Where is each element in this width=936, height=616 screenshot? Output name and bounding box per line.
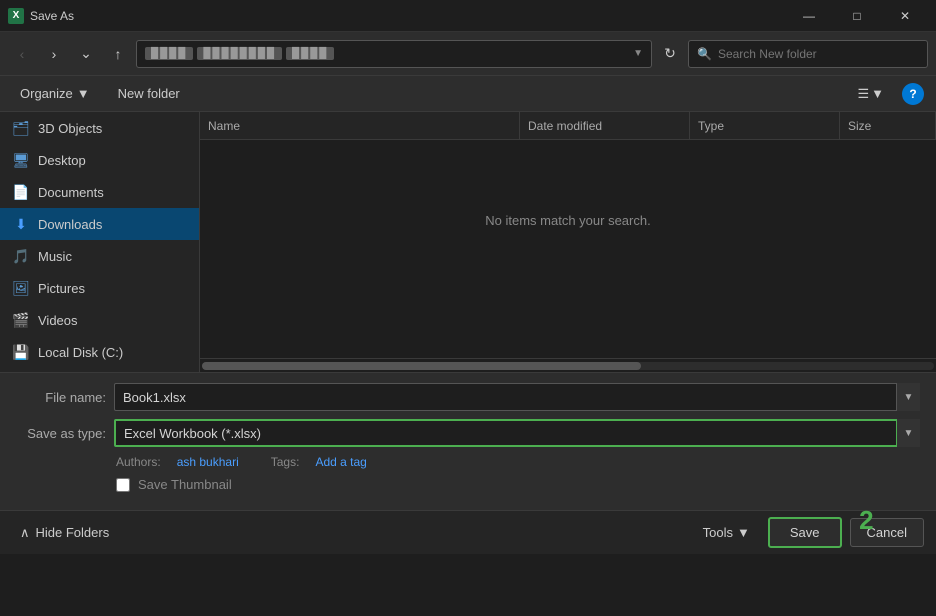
filename-row: File name: ▼ <box>16 383 920 411</box>
hide-folders-label: Hide Folders <box>36 525 110 540</box>
close-button[interactable]: ✕ <box>882 0 928 32</box>
window-controls: — □ ✕ <box>786 0 928 32</box>
sidebar-item-new-volume[interactable]: 💿 New Volume (D:) <box>0 368 199 372</box>
search-icon: 🔍 <box>697 47 712 61</box>
app-icon: X <box>8 8 24 24</box>
sidebar-item-music[interactable]: 🎵 Music <box>0 240 199 272</box>
footer-tools-group: Tools ▼ Save 2 Cancel <box>693 517 924 548</box>
maximize-button[interactable]: □ <box>834 0 880 32</box>
sidebar-item-documents[interactable]: 📄 Documents <box>0 176 199 208</box>
bottom-form: File name: ▼ Save as type: Excel Workboo… <box>0 372 936 510</box>
filename-input[interactable] <box>114 383 920 411</box>
sidebar-label-pictures: Pictures <box>38 281 85 296</box>
cancel-button[interactable]: Cancel <box>850 518 924 547</box>
savetype-select[interactable]: Excel Workbook (*.xlsx) <box>114 419 920 447</box>
path-segment-3: ████ <box>286 47 334 60</box>
dropdown-button[interactable]: ⌄ <box>72 40 100 68</box>
music-icon: 🎵 <box>12 247 30 265</box>
scrollbar-track <box>202 362 934 370</box>
filename-label: File name: <box>16 390 106 405</box>
path-segment-1: ████ <box>145 47 193 60</box>
footer: ∧ Hide Folders Tools ▼ Save 2 Cancel <box>0 510 936 554</box>
pictures-icon: 🖼 <box>12 279 30 297</box>
new-folder-button[interactable]: New folder <box>110 82 188 105</box>
forward-button[interactable]: › <box>40 40 68 68</box>
savetype-dropdown-button[interactable]: ▼ <box>896 419 920 447</box>
scrollbar-thumb <box>202 362 641 370</box>
3d-objects-icon: 🗂 <box>12 119 30 137</box>
organize-arrow: ▼ <box>77 86 90 101</box>
tools-dropdown-arrow: ▼ <box>737 525 750 540</box>
sidebar: 🗂 3D Objects 🖥 Desktop 📄 Documents ⬇ Dow… <box>0 112 200 372</box>
sidebar-label-3d-objects: 3D Objects <box>38 121 102 136</box>
save-button[interactable]: Save <box>768 517 842 548</box>
column-header-date[interactable]: Date modified <box>520 112 690 139</box>
sidebar-label-documents: Documents <box>38 185 104 200</box>
savetype-row: Save as type: Excel Workbook (*.xlsx) ▼ … <box>16 419 920 447</box>
tags-label: Tags: <box>271 455 300 469</box>
sidebar-label-videos: Videos <box>38 313 78 328</box>
tags-value[interactable]: Add a tag <box>315 455 366 469</box>
sidebar-item-pictures[interactable]: 🖼 Pictures <box>0 272 199 304</box>
save-thumbnail-label: Save Thumbnail <box>138 477 232 492</box>
save-thumbnail-checkbox[interactable] <box>116 478 130 492</box>
sidebar-item-videos[interactable]: 🎬 Videos <box>0 304 199 336</box>
sidebar-label-music: Music <box>38 249 72 264</box>
sidebar-item-local-disk[interactable]: 💾 Local Disk (C:) <box>0 336 199 368</box>
thumbnail-row: Save Thumbnail <box>16 477 920 492</box>
desktop-icon: 🖥 <box>12 151 30 169</box>
meta-row: Authors: ash bukhari Tags: Add a tag <box>16 455 920 469</box>
sidebar-item-desktop[interactable]: 🖥 Desktop <box>0 144 199 176</box>
column-header-type[interactable]: Type <box>690 112 840 139</box>
authors-label: Authors: <box>116 455 161 469</box>
path-bar[interactable]: ████ ████████ ████ ▼ <box>136 40 652 68</box>
tools-button[interactable]: Tools ▼ <box>693 519 760 546</box>
sidebar-item-downloads[interactable]: ⬇ Downloads <box>0 208 199 240</box>
no-items-message: No items match your search. <box>200 140 936 300</box>
organize-label: Organize <box>20 86 73 101</box>
chevron-up-icon: ∧ <box>20 525 30 541</box>
documents-icon: 📄 <box>12 183 30 201</box>
authors-value[interactable]: ash bukhari <box>177 455 239 469</box>
navigation-bar: ‹ › ⌄ ↑ ████ ████████ ████ ▼ ↻ 🔍 <box>0 32 936 76</box>
up-button[interactable]: ↑ <box>104 40 132 68</box>
organize-button[interactable]: Organize ▼ <box>12 82 98 105</box>
main-content: 🗂 3D Objects 🖥 Desktop 📄 Documents ⬇ Dow… <box>0 112 936 372</box>
videos-icon: 🎬 <box>12 311 30 329</box>
column-header-name[interactable]: Name <box>200 112 520 139</box>
search-input[interactable] <box>718 47 919 61</box>
view-icon: ☰ <box>857 86 869 102</box>
file-panel: Name Date modified Type Size No items ma… <box>200 112 936 372</box>
horizontal-scrollbar[interactable] <box>200 358 936 372</box>
filename-input-container: ▼ <box>114 383 920 411</box>
toolbar: Organize ▼ New folder ☰ ▼ ? <box>0 76 936 112</box>
save-button-wrapper: Save 2 <box>768 517 842 548</box>
minimize-button[interactable]: — <box>786 0 832 32</box>
savetype-input-container: Excel Workbook (*.xlsx) ▼ <box>114 419 920 447</box>
local-disk-icon: 💾 <box>12 343 30 361</box>
column-header-size[interactable]: Size <box>840 112 936 139</box>
window-title: Save As <box>30 9 786 23</box>
filename-dropdown-button[interactable]: ▼ <box>896 383 920 411</box>
view-button[interactable]: ☰ ▼ <box>851 82 890 106</box>
sidebar-label-desktop: Desktop <box>38 153 86 168</box>
downloads-icon: ⬇ <box>12 215 30 233</box>
help-button[interactable]: ? <box>902 83 924 105</box>
search-box[interactable]: 🔍 <box>688 40 928 68</box>
sidebar-label-local-disk: Local Disk (C:) <box>38 345 123 360</box>
tools-label: Tools <box>703 525 733 540</box>
hide-folders-button[interactable]: ∧ Hide Folders <box>12 521 117 545</box>
file-list-header: Name Date modified Type Size <box>200 112 936 140</box>
path-dropdown-arrow: ▼ <box>633 48 643 59</box>
refresh-button[interactable]: ↻ <box>656 40 684 68</box>
back-button[interactable]: ‹ <box>8 40 36 68</box>
sidebar-label-downloads: Downloads <box>38 217 102 232</box>
title-bar: X Save As — □ ✕ <box>0 0 936 32</box>
file-list[interactable]: No items match your search. <box>200 140 936 358</box>
view-dropdown-arrow: ▼ <box>871 86 884 101</box>
sidebar-item-3d-objects[interactable]: 🗂 3D Objects <box>0 112 199 144</box>
path-segment-2: ████████ <box>197 47 282 60</box>
savetype-label: Save as type: <box>16 426 106 441</box>
